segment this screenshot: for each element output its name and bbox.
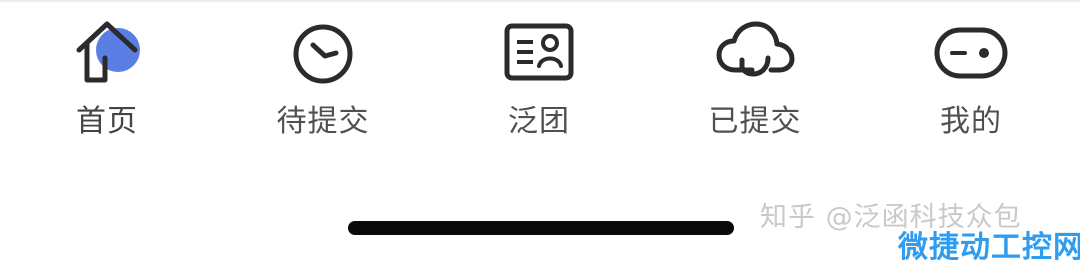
site-watermark: 微捷动工控网 <box>898 230 1080 265</box>
tab-group-label: 泛团 <box>508 104 570 139</box>
tab-mine-label: 我的 <box>940 104 1002 139</box>
toggle-face-icon <box>929 18 1013 90</box>
home-icon <box>65 18 149 90</box>
tab-home-label: 首页 <box>76 104 138 139</box>
tab-mine[interactable]: 我的 <box>871 18 1071 148</box>
id-card-icon <box>497 18 581 90</box>
tab-submitted-label: 已提交 <box>708 104 802 139</box>
home-indicator[interactable] <box>348 221 734 235</box>
bottom-tab-bar: 首页 待提交 泛团 已提交 我的 <box>0 18 1080 148</box>
tab-pending-submit-label: 待提交 <box>276 104 370 139</box>
tab-pending-submit[interactable]: 待提交 <box>223 18 423 148</box>
tab-home[interactable]: 首页 <box>7 18 207 148</box>
cloud-sync-icon <box>713 18 797 90</box>
tab-group[interactable]: 泛团 <box>439 18 639 148</box>
top-divider <box>0 0 1080 2</box>
tab-submitted[interactable]: 已提交 <box>655 18 855 148</box>
clock-icon <box>281 18 365 90</box>
